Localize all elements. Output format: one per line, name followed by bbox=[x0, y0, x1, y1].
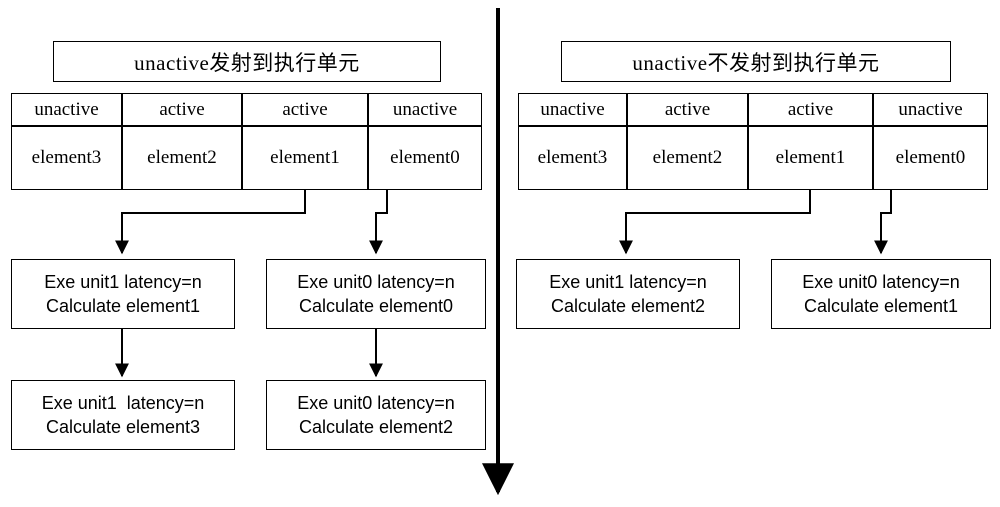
left-exe-unit1-stage2-line2: Calculate element3 bbox=[45, 417, 201, 437]
right-status-cell-1: active bbox=[627, 93, 748, 126]
diagram-canvas: unactive发射到执行单元 unactive active active u… bbox=[0, 0, 1000, 507]
right-exe-unit0-stage1-line1: Exe unit0 latency=n bbox=[802, 271, 960, 292]
right-exe-unit1-stage1-line2: Calculate element2 bbox=[550, 296, 706, 316]
left-exe-unit0-stage2-line2: Calculate element2 bbox=[298, 417, 454, 437]
left-exe-unit1-stage2-line1: Exe unit1 latency=n bbox=[41, 392, 205, 413]
left-element-cell-0: element3 bbox=[11, 126, 122, 190]
right-status-cell-3: unactive bbox=[873, 93, 988, 126]
right-panel-title: unactive不发射到执行单元 bbox=[561, 41, 951, 82]
right-element-cell-2: element1 bbox=[748, 126, 873, 190]
right-status-cell-2: active bbox=[748, 93, 873, 126]
left-element-cell-2: element1 bbox=[242, 126, 368, 190]
left-exe-unit1-stage2: Exe unit1 latency=n Calculate element3 bbox=[11, 380, 235, 450]
right-element-cell-1: element2 bbox=[627, 126, 748, 190]
left-element-cell-1: element2 bbox=[122, 126, 242, 190]
right-element-cell-0: element3 bbox=[518, 126, 627, 190]
left-exe-unit0-stage2-line1: Exe unit0 latency=n bbox=[297, 392, 455, 413]
right-exe-unit1-stage1-line1: Exe unit1 latency=n bbox=[549, 271, 707, 292]
left-exe-unit0-stage1: Exe unit0 latency=n Calculate element0 bbox=[266, 259, 486, 329]
right-exe-unit1-stage1: Exe unit1 latency=n Calculate element2 bbox=[516, 259, 740, 329]
left-exe-unit0-stage1-line1: Exe unit0 latency=n bbox=[297, 271, 455, 292]
right-status-cell-0: unactive bbox=[518, 93, 627, 126]
left-status-cell-0: unactive bbox=[11, 93, 122, 126]
left-exe-unit0-stage1-line2: Calculate element0 bbox=[298, 296, 454, 316]
left-panel-title: unactive发射到执行单元 bbox=[53, 41, 441, 82]
left-status-cell-3: unactive bbox=[368, 93, 482, 126]
left-element-cell-3: element0 bbox=[368, 126, 482, 190]
right-exe-unit0-stage1: Exe unit0 latency=n Calculate element1 bbox=[771, 259, 991, 329]
left-exe-unit1-stage1-line1: Exe unit1 latency=n bbox=[44, 271, 202, 292]
left-status-cell-2: active bbox=[242, 93, 368, 126]
right-exe-unit0-stage1-line2: Calculate element1 bbox=[803, 296, 959, 316]
right-element-cell-3: element0 bbox=[873, 126, 988, 190]
left-exe-unit0-stage2: Exe unit0 latency=n Calculate element2 bbox=[266, 380, 486, 450]
left-status-cell-1: active bbox=[122, 93, 242, 126]
left-exe-unit1-stage1: Exe unit1 latency=n Calculate element1 bbox=[11, 259, 235, 329]
left-exe-unit1-stage1-line2: Calculate element1 bbox=[45, 296, 201, 316]
